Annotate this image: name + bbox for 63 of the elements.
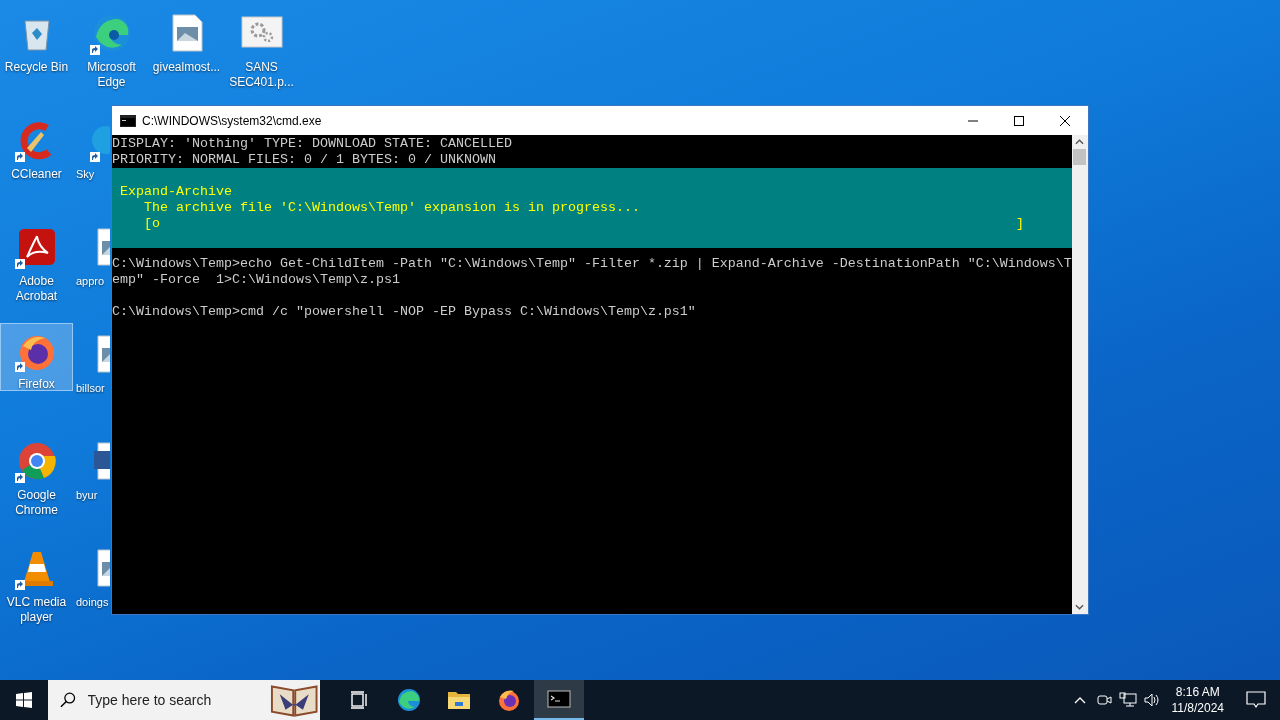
desktop-icon[interactable]: VLC media player <box>0 543 73 639</box>
desktop-icon[interactable]: Recycle Bin <box>0 8 73 104</box>
desktop-icon[interactable]: SANS SEC401.p... <box>225 8 298 104</box>
desktop-icon-label: byur <box>76 488 98 503</box>
console-line: emp" -Force 1>C:\Windows\Temp\z.ps1 <box>112 272 401 288</box>
desktop-icon-label: doings <box>76 595 109 610</box>
progress-bar-start: [o <box>144 216 160 232</box>
desktop-icon-label: Microsoft Edge <box>86 60 137 90</box>
selected-desktop-icon[interactable]: Firefox <box>0 323 73 391</box>
volume-icon <box>1142 692 1161 708</box>
task-view-icon <box>349 690 369 710</box>
chrome-icon <box>16 441 57 481</box>
clock-time: 8:16 AM <box>1175 684 1220 700</box>
desktop-icon-label: Firefox <box>18 377 55 392</box>
desktop-icon-label: SANS SEC401.p... <box>228 60 295 90</box>
search-highlight-icon <box>269 682 318 718</box>
scroll-thumb[interactable] <box>1073 149 1087 165</box>
clock-date: 11/8/2024 <box>1171 700 1224 716</box>
desktop-icon-label: CCleaner <box>11 167 62 182</box>
network-icon <box>1118 692 1137 708</box>
close-icon <box>1060 115 1070 126</box>
clock[interactable]: 8:16 AM 11/8/2024 <box>1163 684 1232 716</box>
console-icon <box>547 689 571 709</box>
maximize-icon <box>1014 115 1024 126</box>
scroll-down-icon[interactable] <box>1075 604 1085 610</box>
desktop-icon-label: billsor <box>76 381 105 396</box>
desktop-icon[interactable]: Google Chrome <box>0 436 73 532</box>
scroll-up-icon[interactable] <box>1075 139 1085 145</box>
console-app-icon <box>120 114 136 127</box>
taskbar-app-button[interactable] <box>534 680 584 720</box>
desktop-icon[interactable]: givealmost... <box>150 8 223 104</box>
desktop-icon[interactable]: Adobe Acrobat <box>0 222 73 318</box>
camera-icon <box>1095 692 1112 708</box>
desktop-icon-label: Recycle Bin <box>4 60 69 75</box>
edge-icon <box>397 688 421 712</box>
desktop-icon-label: Adobe Acrobat <box>14 274 59 304</box>
console-line: C:\Windows\Temp>echo Get-ChildItem -Path "C:\Windows\Temp" -Filter *.zip | Expand-Archive -DestinationPath "C:\Windows\T <box>112 256 1072 272</box>
console-line: PRIORITY: NORMAL FILES: 0 / 1 BYTES: 0 / UNKNOWN <box>112 152 497 168</box>
progress-title: Expand-Archive <box>120 184 232 199</box>
console-line: C:\Windows\Temp>cmd /c "powershell -NOP -EP Bypass C:\Windows\Temp\z.ps1" <box>112 304 697 320</box>
firefox-icon <box>497 688 521 712</box>
desktop-icon[interactable]: Sky <box>75 115 111 211</box>
search-icon <box>60 692 76 708</box>
window-title: C:\WINDOWS\system32\cmd.exe <box>142 113 322 128</box>
desktop-icon-label: appro <box>76 274 105 289</box>
desktop-icon[interactable]: Microsoft Edge <box>75 8 148 104</box>
windows-logo-icon <box>16 692 32 708</box>
skype-icon <box>92 126 110 154</box>
desktop-icon-label: Sky <box>76 167 95 182</box>
console-line: DISPLAY: 'Nothing' TYPE: DOWNLOAD STATE: CANCELLED <box>112 136 513 152</box>
desktop-icon-label: givealmost... <box>152 60 221 75</box>
desktop-icon-label: Google Chrome <box>14 488 59 518</box>
caret-up-icon <box>1073 696 1086 704</box>
progress-message: The archive file 'C:\Windows\Temp' expansion is in progress... <box>144 200 640 215</box>
desktop-icon-label: VLC media player <box>5 595 68 625</box>
desktop-icon[interactable]: CCleaner <box>0 115 73 211</box>
pdf-app-icon <box>16 227 57 267</box>
progress-bar-end: ] <box>1016 216 1024 232</box>
search-box[interactable]: Type here to search <box>48 680 320 720</box>
speech-bubble-icon <box>1246 691 1266 709</box>
search-field[interactable]: Type here to search <box>85 691 260 709</box>
scrollbar[interactable] <box>1071 135 1088 614</box>
edge-icon <box>91 13 132 53</box>
